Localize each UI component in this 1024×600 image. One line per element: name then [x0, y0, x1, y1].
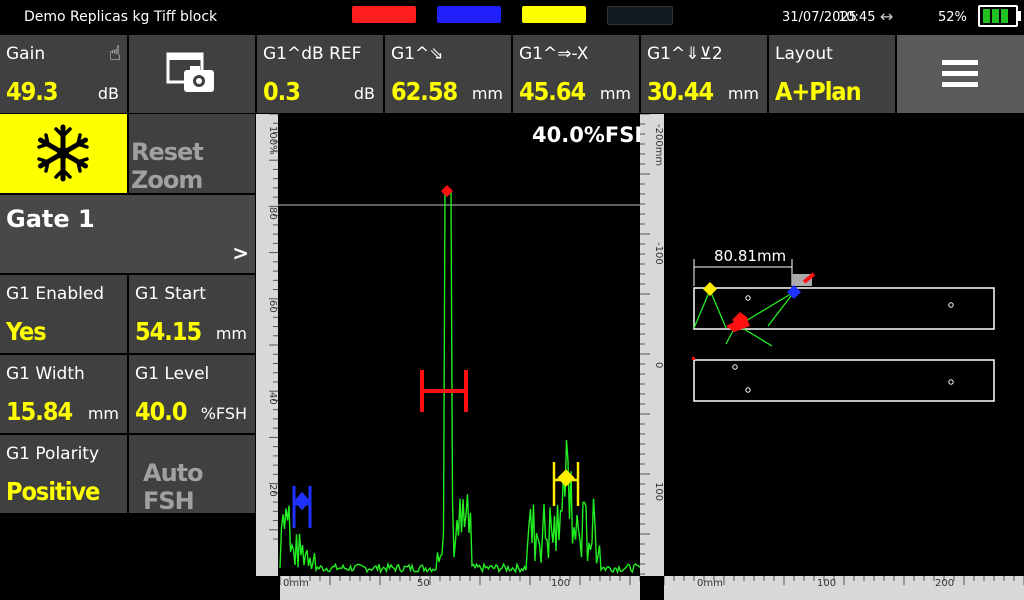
- a-scan-signal: [279, 191, 641, 575]
- gate-blue-marker: [292, 486, 312, 528]
- freeze-button[interactable]: [0, 114, 127, 193]
- y-tick-60: 60: [267, 300, 278, 313]
- reset-zoom-button[interactable]: Reset Zoom: [129, 114, 255, 194]
- layout-tile[interactable]: Layout A+Plan: [769, 35, 895, 113]
- plan-x-tick-200: 200: [935, 578, 954, 589]
- plan-x-ruler: 0mm 100 200: [664, 576, 1024, 600]
- gate1-title: Gate 1: [6, 205, 95, 233]
- g1-width-tile[interactable]: G1 Width 15.84 mm: [0, 355, 127, 433]
- g1-polarity-label: G1 Polarity: [6, 444, 100, 464]
- a-scan-plot: 100% 80 60 40 20 40.0%FSH: [256, 113, 652, 576]
- gain-value: 49.3: [6, 77, 58, 106]
- g1-width-unit: mm: [87, 404, 119, 423]
- g1-level-unit: %FSH: [200, 404, 247, 423]
- gain-tile[interactable]: Gain ☝ 49.3 dB: [0, 35, 127, 113]
- plan-view[interactable]: 80.81mm: [664, 114, 1024, 576]
- plan-plot: 80.81mm: [692, 247, 995, 402]
- screenshot-button[interactable]: [129, 35, 255, 113]
- ref-unit: dB: [353, 84, 375, 103]
- g1-level-tile[interactable]: G1 Level 40.0 %FSH: [129, 355, 255, 433]
- y-tick-20: 20: [267, 484, 278, 497]
- depth-tick-0: 0: [653, 362, 664, 368]
- g1-width-label: G1 Width: [6, 364, 85, 384]
- x-tick-50: 50: [417, 578, 430, 589]
- g1-width-value: 15.84: [6, 397, 73, 426]
- side-drilled-holes: [732, 295, 954, 393]
- ref-label: G1^dB REF: [263, 44, 362, 64]
- depth-label: G1^⇓⊻2: [647, 44, 723, 64]
- soundpath-label: G1^⇘: [391, 44, 444, 64]
- yellow-cursor: [703, 282, 717, 296]
- a-scan-view[interactable]: 100% 80 60 40 20 40.0%FSH: [256, 113, 652, 576]
- depth-tile[interactable]: G1^⇓⊻2 30.44 mm: [641, 35, 767, 113]
- depth-value: 30.44: [647, 77, 714, 106]
- color-pill-blue[interactable]: [437, 6, 501, 23]
- g1-start-label: G1 Start: [135, 284, 206, 304]
- sound-path-ruler: 0mm 50 100: [280, 576, 640, 600]
- camera-icon: [166, 52, 214, 92]
- soundpath-value: 62.58: [391, 77, 458, 106]
- y-tick-40: 40: [267, 392, 278, 405]
- x-tick-100: 100: [551, 578, 570, 589]
- g1-start-tile[interactable]: G1 Start 54.15 mm: [129, 275, 255, 353]
- plan-x-tick-0: 0mm: [697, 578, 723, 589]
- blue-cursor: [787, 285, 801, 299]
- gain-label: Gain: [6, 44, 46, 64]
- link-icon: ↔: [880, 7, 894, 26]
- app-title: Demo Replicas kg Tiff block: [24, 9, 218, 25]
- battery-percent: 52%: [938, 10, 967, 25]
- g1-polarity-value: Positive: [6, 477, 100, 506]
- ref-tile[interactable]: G1^dB REF 0.3 dB: [257, 35, 383, 113]
- battery-icon: [978, 5, 1018, 27]
- surface-distance-tile[interactable]: G1^⇒-X 45.64 mm: [513, 35, 639, 113]
- status-time: 10:45: [838, 10, 876, 25]
- battery-nub: [1018, 11, 1021, 21]
- g1-enabled-label: G1 Enabled: [6, 284, 105, 304]
- layout-label: Layout: [775, 44, 833, 64]
- depth-unit: mm: [727, 84, 759, 103]
- touch-icon: ☝: [108, 41, 121, 65]
- depth-tick-neg100: -100: [653, 242, 664, 265]
- menu-button[interactable]: [897, 35, 1024, 113]
- reset-zoom-label: Reset Zoom: [131, 138, 204, 194]
- depth-tick-100: 100: [653, 482, 664, 501]
- fsh-readout: 40.0%FSH: [532, 123, 640, 147]
- surface-value: 45.64: [519, 77, 586, 106]
- ref-value: 0.3: [263, 77, 301, 106]
- color-pill-yellow[interactable]: [522, 6, 586, 23]
- y-tick-100: 100%: [267, 126, 278, 155]
- snowflake-icon: [37, 124, 89, 182]
- color-pill-red[interactable]: [352, 6, 416, 23]
- y-tick-80: 80: [267, 207, 278, 220]
- depth-tick-neg200: -200mm: [653, 124, 664, 166]
- gain-unit: dB: [97, 84, 119, 103]
- plan-x-tick-100: 100: [817, 578, 836, 589]
- color-pill-dark[interactable]: [607, 6, 673, 25]
- depth-ruler: -200mm -100 0 100: [640, 114, 664, 576]
- gate1-menu[interactable]: Gate 1 >: [0, 195, 255, 273]
- auto-fsh-button[interactable]: Auto FSH: [129, 435, 255, 515]
- g1-start-unit: mm: [215, 324, 247, 343]
- g1-level-label: G1 Level: [135, 364, 210, 384]
- origin-marker: [692, 357, 695, 360]
- g1-polarity-tile[interactable]: G1 Polarity Positive: [0, 435, 127, 513]
- hamburger-icon: [942, 60, 978, 87]
- measure-label: 80.81mm: [714, 247, 786, 265]
- g1-level-value: 40.0: [135, 397, 187, 426]
- g1-start-value: 54.15: [135, 317, 202, 346]
- g1-enabled-value: Yes: [6, 317, 47, 346]
- layout-value: A+Plan: [775, 77, 862, 106]
- surface-label: G1^⇒-X: [519, 44, 589, 64]
- surface-unit: mm: [599, 84, 631, 103]
- soundpath-unit: mm: [471, 84, 503, 103]
- x-tick-0: 0mm: [283, 578, 309, 589]
- soundpath-tile[interactable]: G1^⇘ 62.58 mm: [385, 35, 511, 113]
- chevron-right-icon: >: [232, 241, 249, 265]
- auto-fsh-label: Auto FSH: [143, 459, 204, 515]
- g1-enabled-tile[interactable]: G1 Enabled Yes: [0, 275, 127, 353]
